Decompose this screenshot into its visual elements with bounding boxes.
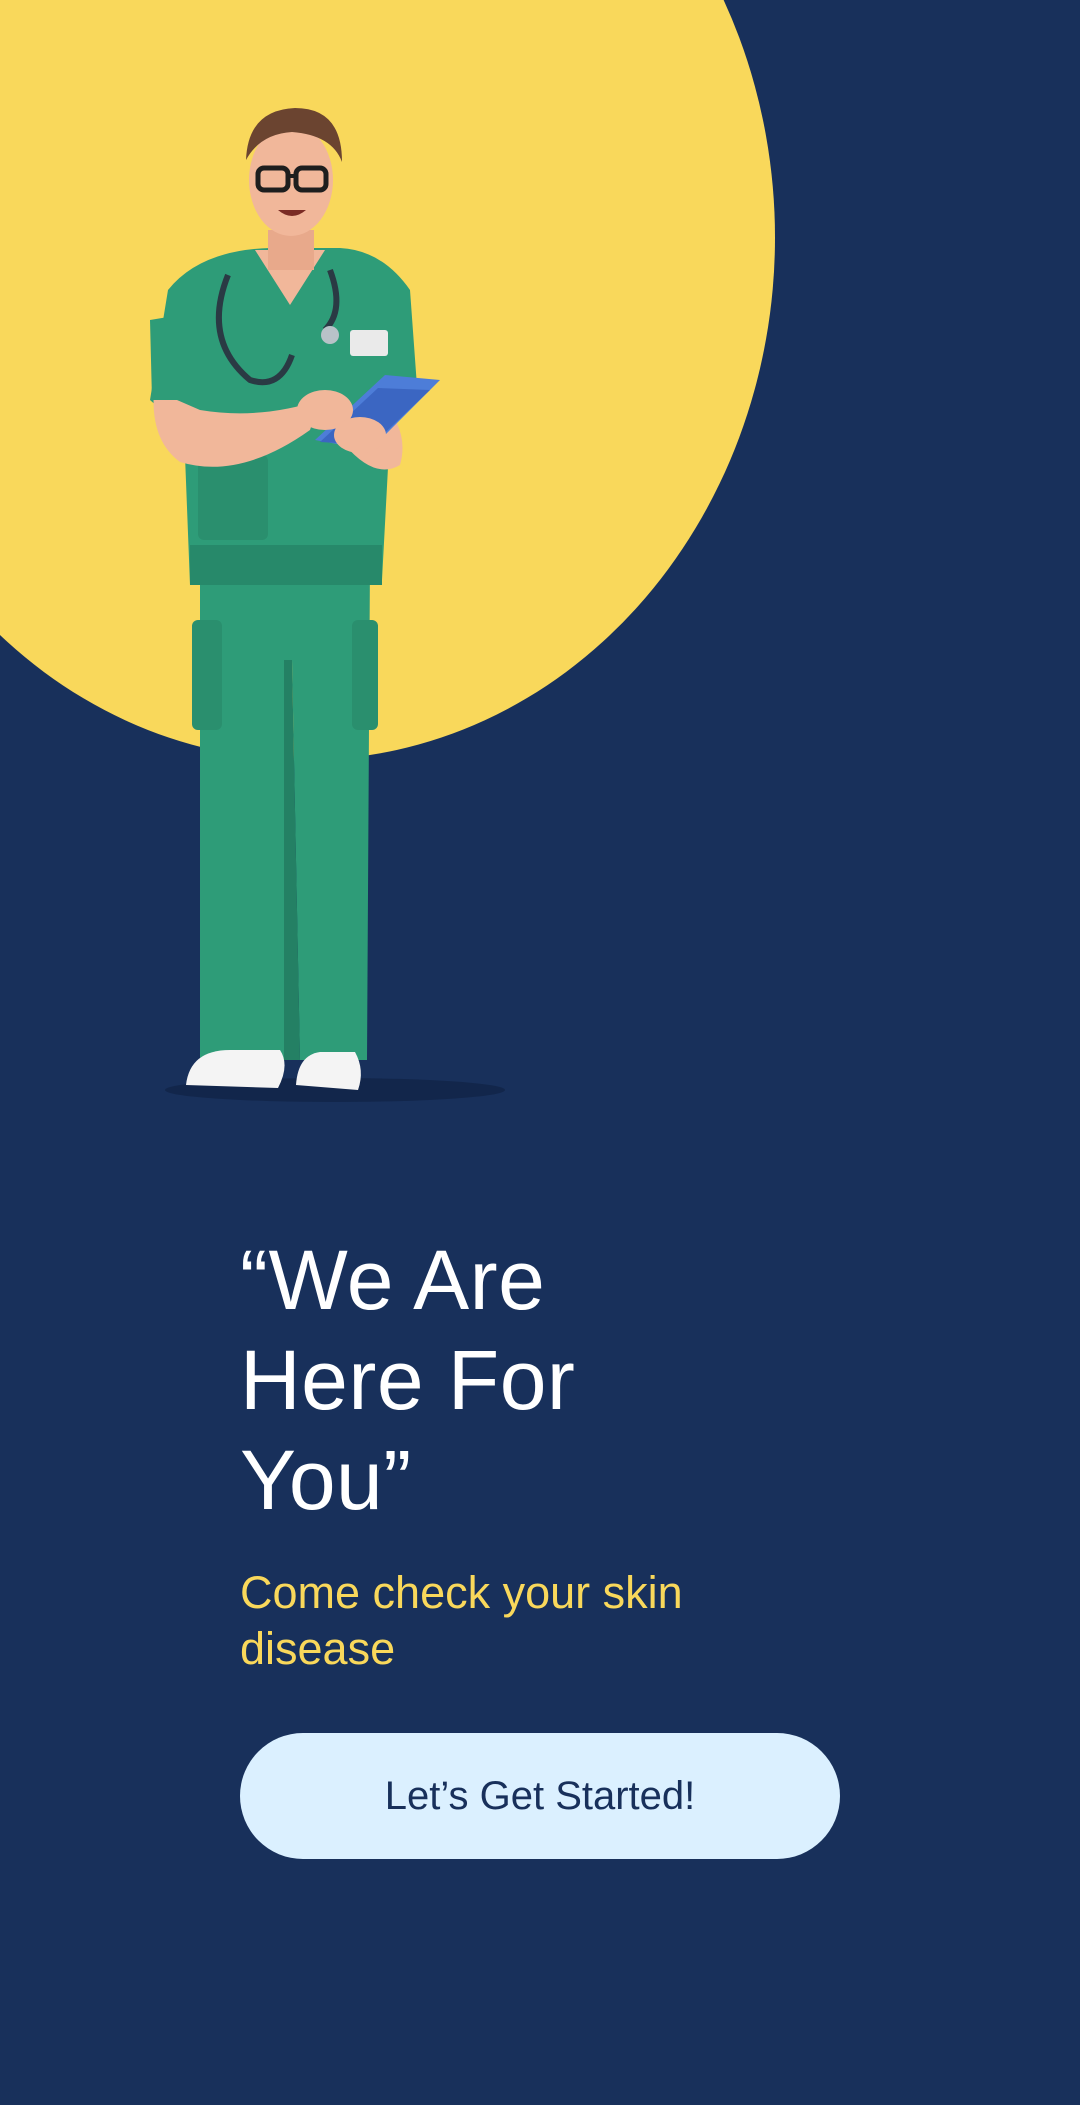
headline-line-1: “We Are: [240, 1233, 546, 1327]
get-started-button[interactable]: Let’s Get Started!: [240, 1733, 840, 1859]
subtitle: Come check your skin disease: [240, 1567, 683, 1674]
onboarding-screen: “We Are Here For You” Come check your sk…: [0, 0, 1080, 2105]
doctor-illustration: [150, 108, 505, 1102]
headline: “We Are Here For You”: [240, 1230, 840, 1530]
headline-line-2: Here For: [240, 1333, 576, 1427]
headline-line-3: You”: [240, 1433, 412, 1527]
